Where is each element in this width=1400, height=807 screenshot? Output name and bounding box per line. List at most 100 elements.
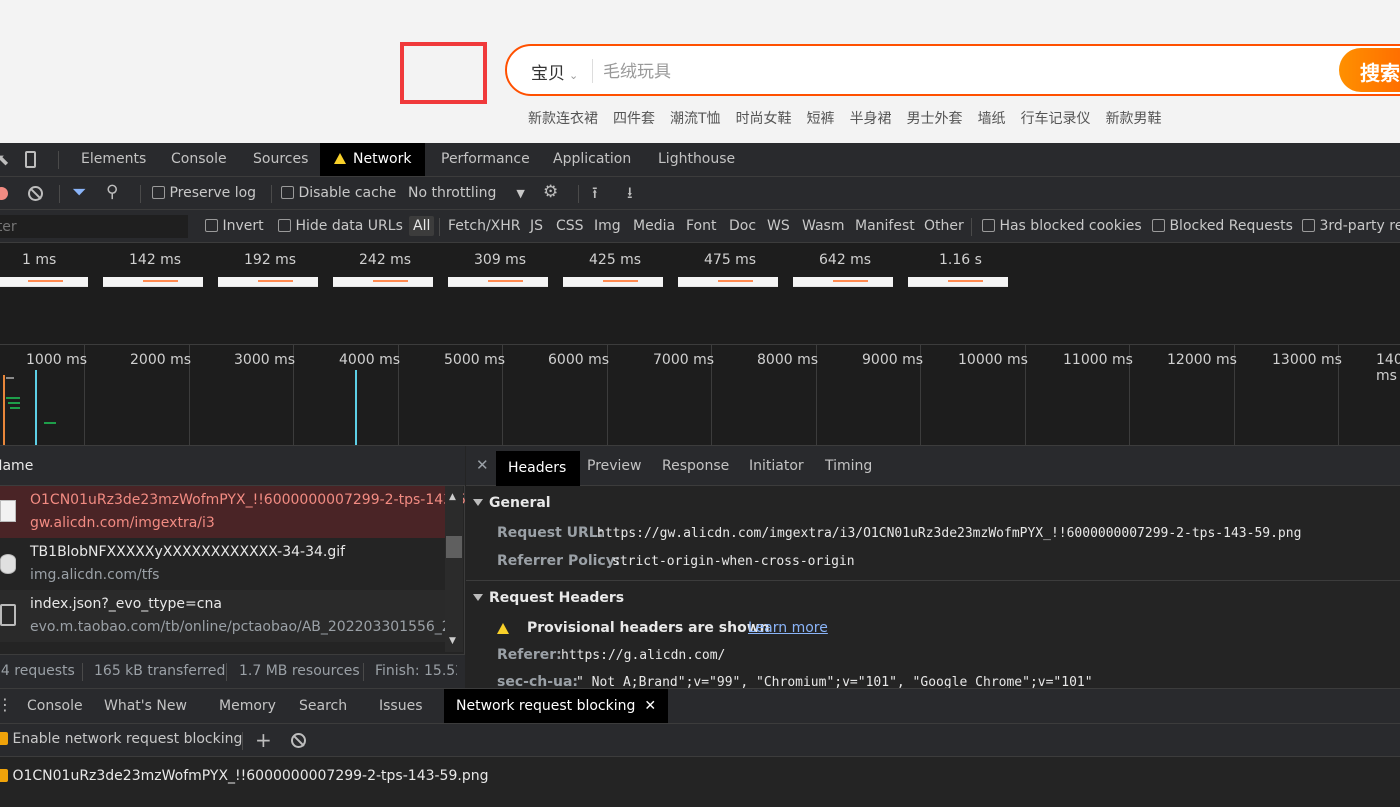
search-type-dropdown[interactable]: 宝贝 ⌄ (531, 59, 578, 84)
drawer-tab-issues[interactable]: Issues (379, 698, 423, 714)
drawer-tab-whats-new[interactable]: What's New (104, 698, 187, 714)
referer-value: https://g.alicdn.com/ (561, 648, 726, 663)
blocked-pattern-item[interactable]: O1CN01uRz3de23mzWofmPYX_!!6000000007299-… (0, 768, 488, 784)
filter-type-font[interactable]: Font (686, 218, 716, 234)
hot-word-link[interactable]: 行车记录仪 (1021, 108, 1091, 128)
hot-word-link[interactable]: 新款男鞋 (1106, 108, 1162, 128)
filter-type-media[interactable]: Media (633, 218, 675, 234)
screenshot-thumbnail[interactable] (563, 277, 663, 287)
scrollbar-thumb[interactable] (446, 536, 462, 558)
screenshot-thumbnail[interactable] (448, 277, 548, 287)
filter-type-other[interactable]: Other (924, 218, 964, 234)
name-column-header[interactable]: Name (0, 458, 33, 474)
hot-word-link[interactable]: 新款连衣裙 (528, 108, 598, 128)
hot-word-link[interactable]: 潮流T恤 (670, 108, 721, 128)
tab-timing[interactable]: Timing (825, 458, 872, 474)
record-icon[interactable] (0, 187, 8, 200)
has-blocked-cookies-checkbox[interactable]: Has blocked cookies (982, 218, 1142, 234)
enable-request-blocking-checkbox[interactable]: Enable network request blocking (0, 731, 242, 747)
filter-type-js[interactable]: JS (530, 218, 543, 234)
search-input[interactable] (603, 59, 1323, 85)
search-icon[interactable]: ⚲ (106, 182, 118, 202)
filter-type-doc[interactable]: Doc (729, 218, 756, 234)
checkbox-icon (1302, 219, 1315, 232)
table-row[interactable]: index.json?_evo_ttype=cna evo.m.taobao.c… (0, 590, 445, 642)
hide-data-urls-checkbox[interactable]: Hide data URLs (278, 218, 403, 234)
drawer-menu-icon[interactable]: ⋮ (0, 695, 13, 714)
network-conditions-icon[interactable]: ⚙ (543, 182, 558, 202)
screenshot-thumbnail[interactable] (0, 277, 88, 287)
filter-type-manifest[interactable]: Manifest (855, 218, 915, 234)
close-icon[interactable]: ✕ (644, 698, 656, 714)
checkbox-icon (278, 219, 291, 232)
throttling-select[interactable]: No throttling ▼ (408, 185, 525, 201)
tab-response[interactable]: Response (662, 458, 729, 474)
close-icon[interactable]: ✕ (476, 456, 489, 474)
load-marker (35, 370, 37, 445)
filter-type-wasm[interactable]: Wasm (802, 218, 844, 234)
tab-network[interactable]: Network (320, 143, 426, 176)
tab-headers[interactable]: Headers (496, 451, 580, 486)
drawer-tab-label: Network request blocking (456, 698, 636, 714)
screenshot-thumbnail[interactable] (103, 277, 203, 287)
hot-word-link[interactable]: 墙纸 (978, 108, 1006, 128)
drawer-tab-memory[interactable]: Memory (219, 698, 276, 714)
drawer-tab-network-request-blocking[interactable]: Network request blocking ✕ (444, 689, 669, 723)
hot-word-link[interactable]: 时尚女鞋 (736, 108, 792, 128)
export-har-icon[interactable]: ⭳ (627, 182, 633, 209)
learn-more-link[interactable]: Learn more (748, 620, 828, 636)
search-button[interactable]: 搜索 (1339, 48, 1400, 92)
tab-elements[interactable]: Elements (81, 143, 146, 176)
blocked-requests-checkbox[interactable]: Blocked Requests (1152, 218, 1293, 234)
scroll-up-icon[interactable]: ▲ (449, 492, 456, 502)
screenshot-thumbnail[interactable] (218, 277, 318, 287)
disable-cache-checkbox[interactable]: Disable cache (281, 185, 396, 201)
devtools-main-tabbar: ⬉ Elements Console Sources Network Perfo… (0, 143, 1400, 177)
divider (971, 218, 972, 236)
table-row[interactable]: O1CN01uRz3de23mzWofmPYX_!!6000000007299-… (0, 486, 506, 538)
tab-preview[interactable]: Preview (587, 458, 642, 474)
clear-icon[interactable] (28, 186, 43, 201)
filter-toolbar: Invert Hide data URLs All Fetch/XHR JS C… (0, 210, 1400, 243)
hot-word-link[interactable]: 半身裙 (850, 108, 892, 128)
invert-checkbox[interactable]: Invert (205, 218, 264, 234)
screenshot-thumbnail[interactable] (908, 277, 1008, 287)
screenshot-thumbnail[interactable] (333, 277, 433, 287)
tab-sources[interactable]: Sources (253, 143, 308, 176)
screenshot-thumbnail[interactable] (793, 277, 893, 287)
filter-type-all[interactable]: All (409, 216, 435, 236)
drawer-tab-console[interactable]: Console (27, 698, 83, 714)
screenshot-thumbnail[interactable] (678, 277, 778, 287)
filter-icon[interactable]: ⏷ (72, 182, 86, 203)
filter-input[interactable] (0, 215, 188, 238)
hot-word-link[interactable]: 四件套 (613, 108, 655, 128)
remove-all-patterns-icon[interactable] (291, 733, 306, 748)
hot-word-link[interactable]: 男士外套 (907, 108, 963, 128)
filter-type-ws[interactable]: WS (767, 218, 790, 234)
tab-performance[interactable]: Performance (441, 143, 530, 176)
filter-type-img[interactable]: Img (594, 218, 621, 234)
provisional-headers-warning: Provisional headers are shown (527, 620, 770, 636)
tab-application[interactable]: Application (553, 143, 631, 176)
table-row[interactable]: TB1BlobNFXXXXXyXXXXXXXXXXXX-34-34.gif im… (0, 538, 445, 590)
hot-word-link[interactable]: 短裤 (807, 108, 835, 128)
scrollbar[interactable]: ▲ ▼ (445, 486, 463, 652)
network-overview-timeline[interactable]: 1000 ms 2000 ms 3000 ms 4000 ms 5000 ms … (0, 345, 1400, 446)
scroll-down-icon[interactable]: ▼ (449, 636, 456, 646)
screenshot-time: 1 ms (22, 252, 57, 268)
import-har-icon[interactable]: ⭱ (592, 182, 598, 209)
third-party-requests-checkbox[interactable]: 3rd-party requests (1302, 218, 1400, 234)
tab-initiator[interactable]: Initiator (749, 458, 804, 474)
filter-type-fetch-xhr[interactable]: Fetch/XHR (448, 218, 521, 234)
blocked-pattern-text: O1CN01uRz3de23mzWofmPYX_!!6000000007299-… (12, 768, 489, 784)
section-title-request-headers[interactable]: Request Headers (473, 590, 624, 606)
preserve-log-checkbox[interactable]: Preserve log (152, 185, 256, 201)
drawer-tab-search[interactable]: Search (299, 698, 347, 714)
filter-type-css[interactable]: CSS (556, 218, 584, 234)
inspect-element-icon[interactable]: ⬉ (0, 150, 9, 169)
section-title-general[interactable]: General (473, 495, 551, 511)
tab-console[interactable]: Console (171, 143, 227, 176)
tab-lighthouse[interactable]: Lighthouse (658, 143, 735, 176)
add-pattern-icon[interactable]: + (255, 728, 272, 752)
device-toolbar-icon[interactable] (25, 151, 36, 168)
